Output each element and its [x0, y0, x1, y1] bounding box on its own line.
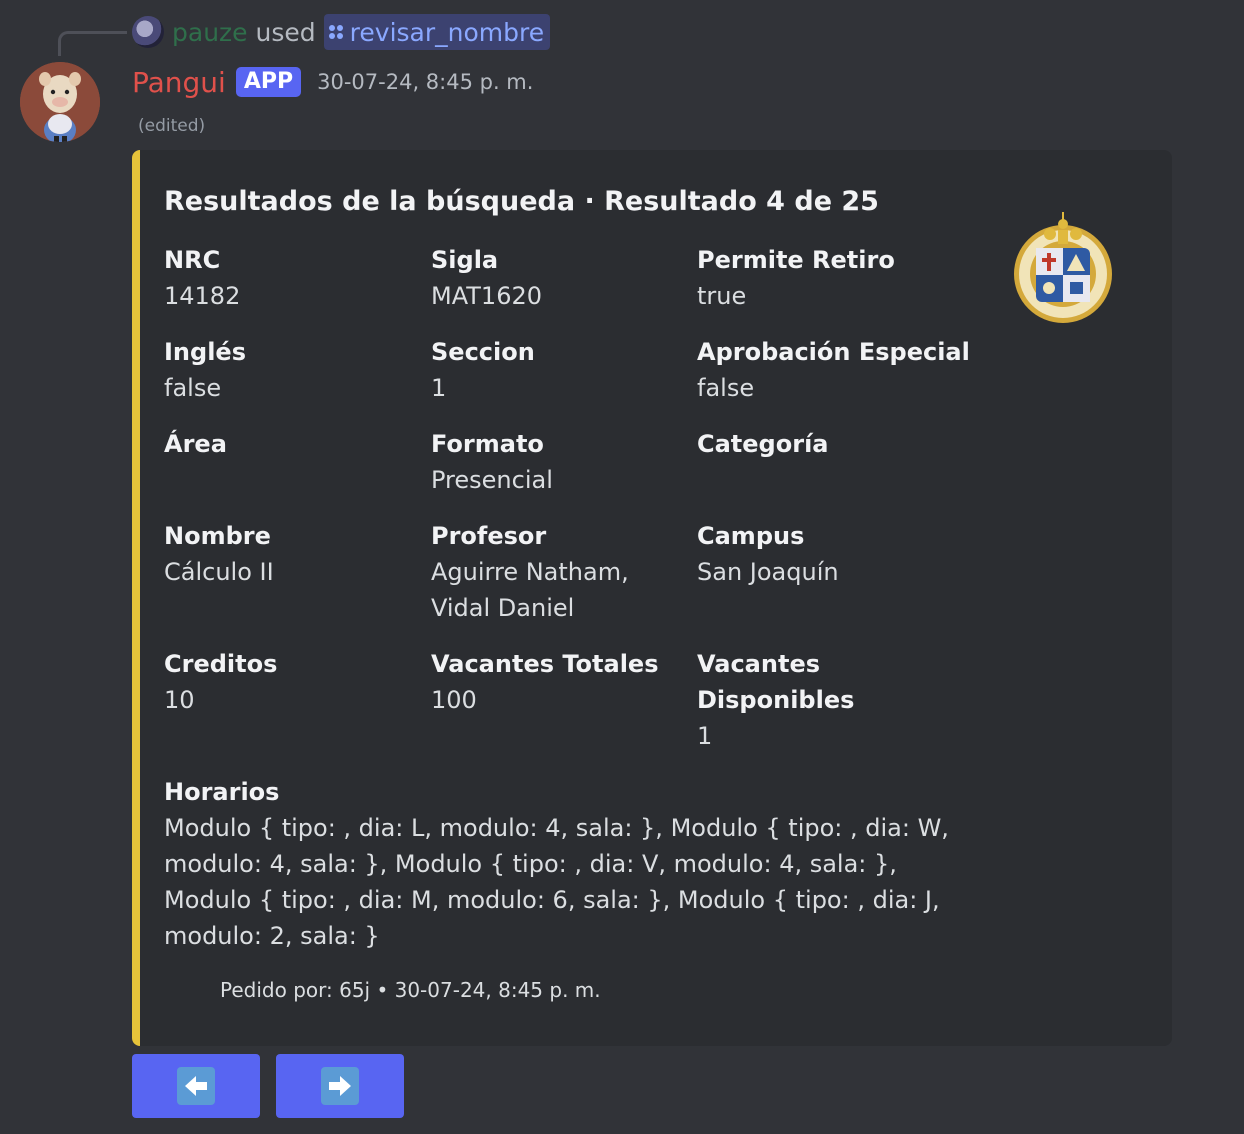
- field-value: 100: [431, 686, 477, 714]
- reply-connector: [58, 31, 127, 56]
- field-value: San Joaquín: [697, 558, 839, 586]
- field-value: 1: [431, 374, 447, 402]
- field-name: NRC: [164, 246, 221, 274]
- reply-used-text: used: [255, 17, 316, 47]
- field-value: true: [697, 282, 747, 310]
- field-name: Profesor: [431, 522, 547, 550]
- field-name: Horarios: [164, 778, 280, 806]
- field-name: Nombre: [164, 522, 271, 550]
- field-value: 1: [697, 722, 713, 750]
- field-name: Aprobación Especial: [697, 338, 970, 366]
- reply-user-avatar[interactable]: [132, 16, 164, 48]
- field-name: Permite Retiro: [697, 246, 895, 274]
- field-vacantes-disponibles: Vacantes Disponibles 1: [697, 646, 897, 754]
- field-value: Aguirre Natham, Vidal Daniel: [431, 558, 629, 622]
- reply-username[interactable]: pauze: [172, 18, 248, 47]
- field-value: MAT1620: [431, 282, 542, 310]
- field-value: Cálculo II: [164, 558, 274, 586]
- field-name: Vacantes Disponibles: [697, 650, 855, 714]
- field-permite-retiro: Permite Retiro true: [697, 242, 967, 314]
- field-name: Sigla: [431, 246, 499, 274]
- command-reply-line: pauze used revisar_nombre: [132, 14, 551, 50]
- field-name: Seccion: [431, 338, 535, 366]
- field-vacantes-totales: Vacantes Totales 100: [431, 646, 681, 718]
- field-sigla: Sigla MAT1620: [431, 242, 681, 314]
- field-profesor: Profesor Aguirre Natham, Vidal Daniel: [431, 518, 681, 626]
- field-categoria: Categoría: [697, 426, 967, 462]
- field-value: Modulo { tipo: , dia: L, modulo: 4, sala…: [164, 814, 949, 950]
- field-area: Área: [164, 426, 414, 462]
- field-value: false: [697, 374, 755, 402]
- field-name: Área: [164, 430, 227, 458]
- field-horarios: Horarios Modulo { tipo: , dia: L, modulo…: [164, 774, 964, 954]
- field-value: 10: [164, 686, 195, 714]
- left-arrow-icon: [177, 1067, 215, 1105]
- field-name: Formato: [431, 430, 544, 458]
- field-seccion: Seccion 1: [431, 334, 681, 406]
- embed-title: Resultados de la búsqueda · Resultado 4 …: [164, 186, 879, 217]
- field-value: Presencial: [431, 466, 553, 494]
- field-name: Vacantes Totales: [431, 650, 659, 678]
- bot-avatar[interactable]: [20, 62, 100, 142]
- command-pill[interactable]: revisar_nombre: [323, 14, 551, 50]
- field-value: 14182: [164, 282, 241, 310]
- app-badge: APP: [235, 67, 302, 97]
- next-button[interactable]: [276, 1054, 404, 1118]
- message-timestamp[interactable]: 30-07-24, 8:45 p. m.: [317, 70, 533, 94]
- university-seal-icon[interactable]: [1008, 190, 1118, 330]
- field-value: false: [164, 374, 222, 402]
- field-formato: Formato Presencial: [431, 426, 681, 498]
- slash-command-icon: [328, 24, 344, 40]
- embed-card: Resultados de la búsqueda · Resultado 4 …: [132, 150, 1172, 1046]
- edited-label: (edited): [138, 116, 206, 136]
- field-nombre: Nombre Cálculo II: [164, 518, 414, 590]
- field-name: Categoría: [697, 430, 829, 458]
- embed-footer: Pedido por: 65j • 30-07-24, 8:45 p. m.: [220, 978, 601, 1002]
- field-aprobacion-especial: Aprobación Especial false: [697, 334, 987, 406]
- field-ingles: Inglés false: [164, 334, 414, 406]
- field-campus: Campus San Joaquín: [697, 518, 967, 590]
- field-nrc: NRC 14182: [164, 242, 414, 314]
- field-name: Campus: [697, 522, 805, 550]
- right-arrow-icon: [321, 1067, 359, 1105]
- field-name: Creditos: [164, 650, 278, 678]
- field-name: Inglés: [164, 338, 246, 366]
- field-creditos: Creditos 10: [164, 646, 414, 718]
- message-header: Pangui APP 30-07-24, 8:45 p. m.: [132, 62, 533, 102]
- bot-username[interactable]: Pangui: [132, 66, 226, 99]
- message-root: pauze used revisar_nombre Pangui APP 30-…: [0, 0, 1244, 1134]
- previous-button[interactable]: [132, 1054, 260, 1118]
- command-name: revisar_nombre: [349, 17, 545, 47]
